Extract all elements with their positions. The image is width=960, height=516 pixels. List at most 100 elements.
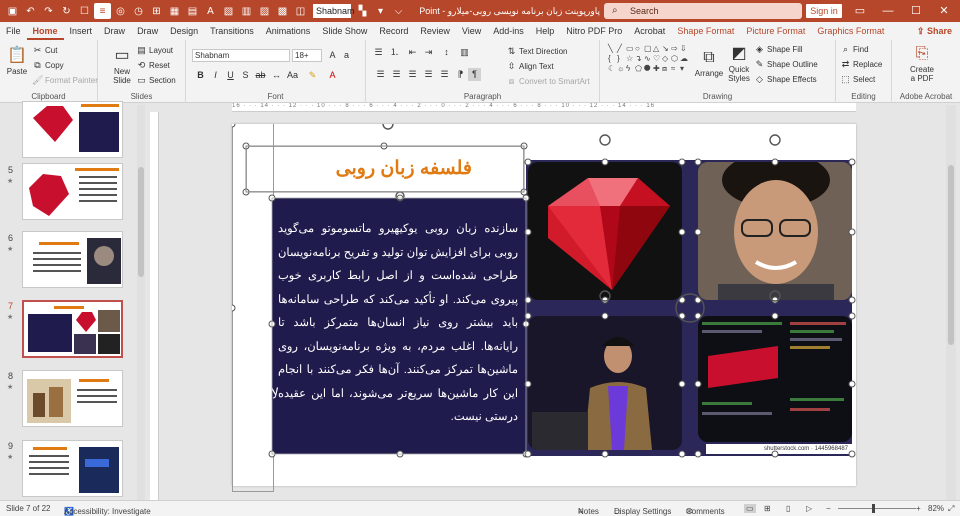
shape-rect-icon[interactable]: ▭: [626, 44, 635, 54]
section-button[interactable]: ▭ Section: [136, 75, 175, 86]
refresh-icon[interactable]: ↻: [58, 3, 75, 19]
underline-icon[interactable]: U: [224, 69, 237, 82]
font-name-combo[interactable]: Shabnam: [192, 49, 290, 62]
shape-bolt-icon[interactable]: ϟ: [626, 64, 635, 74]
shape-wave-icon[interactable]: ≈: [671, 64, 680, 74]
shape-arrow2-icon[interactable]: ⇨: [671, 44, 680, 54]
tab-picture-format[interactable]: Picture Format: [740, 22, 811, 40]
table-icon[interactable]: ▦: [166, 3, 183, 19]
slide-thumbnail-4[interactable]: [22, 101, 123, 158]
numbering-icon[interactable]: ⒈: [388, 46, 401, 59]
normal-view-icon[interactable]: ▭: [744, 504, 756, 513]
format-painter-button[interactable]: 🖌 Format Painter: [32, 75, 98, 86]
qa-font-box[interactable]: Shabnam: [313, 4, 355, 18]
tab-help[interactable]: Help: [530, 22, 561, 40]
fill-color-icon[interactable]: ▚: [354, 3, 371, 19]
shape-oval-icon[interactable]: ○: [635, 44, 644, 54]
change-case-icon[interactable]: Aa: [286, 69, 299, 82]
shape-sun-icon[interactable]: ☼: [617, 64, 626, 74]
align-right-icon[interactable]: ☰: [406, 68, 419, 81]
shape-penta-icon[interactable]: ⬠: [635, 64, 644, 74]
tab-view[interactable]: View: [456, 22, 487, 40]
bullets-icon[interactable]: ☰: [372, 46, 385, 59]
slide-thumbnail-9[interactable]: [22, 440, 123, 497]
align-text-button[interactable]: ⇳ Align Text: [506, 61, 554, 72]
tab-insert[interactable]: Insert: [64, 22, 99, 40]
arrange-button[interactable]: ⧉ Arrange: [694, 48, 724, 78]
shape-cross-icon[interactable]: ✚: [653, 64, 662, 74]
image-icon[interactable]: ▧: [220, 3, 237, 19]
shape-line2-icon[interactable]: ╱: [617, 44, 626, 54]
reading-view-icon[interactable]: ▯: [786, 504, 790, 513]
shape-outline-button[interactable]: ✎ Shape Outline: [754, 59, 818, 70]
shape-cube-icon[interactable]: ⧈: [662, 64, 671, 74]
align-left-icon[interactable]: ☰: [374, 68, 387, 81]
slide-thumbnail-8[interactable]: [22, 370, 123, 427]
shape-curve-icon[interactable]: ∿: [644, 54, 653, 64]
find-button[interactable]: ⌕ Find: [840, 44, 869, 55]
rtl-icon[interactable]: ¶: [468, 68, 481, 81]
shape-heart-icon[interactable]: ♡: [653, 54, 662, 64]
sign-in-button[interactable]: Sign in: [806, 4, 842, 18]
copy-button[interactable]: ⧉ Copy: [32, 60, 63, 71]
increase-indent-icon[interactable]: ⇥: [422, 46, 435, 59]
thumbnails-scroll-thumb[interactable]: [138, 167, 144, 277]
tab-nitro-pdf[interactable]: Nitro PDF Pro: [560, 22, 628, 40]
shape-rect2-icon[interactable]: ▢: [644, 44, 653, 54]
distributed-icon[interactable]: ☰: [438, 68, 451, 81]
shape-line-icon[interactable]: ╲: [608, 44, 617, 54]
tab-home[interactable]: Home: [26, 22, 64, 40]
shape-hex-icon[interactable]: ⬡: [671, 54, 680, 64]
slide-scroll-thumb[interactable]: [948, 165, 954, 345]
shape-moon-icon[interactable]: ☾: [608, 64, 617, 74]
slide-thumbnail-6[interactable]: [22, 231, 123, 288]
convert-smartart-button[interactable]: ⧈ Convert to SmartArt: [506, 76, 590, 87]
zoom-out-icon[interactable]: −: [826, 504, 831, 513]
shape-brace2-icon[interactable]: }: [617, 54, 626, 64]
align-menu-icon[interactable]: ≡: [94, 3, 111, 19]
tab-acrobat[interactable]: Acrobat: [628, 22, 671, 40]
text-box-icon[interactable]: A: [202, 3, 219, 19]
shape-cloud-icon[interactable]: ☁: [680, 54, 689, 64]
undo-icon[interactable]: ↶: [22, 3, 39, 19]
more-icon[interactable]: ▩: [274, 3, 291, 19]
close-icon[interactable]: ✕: [930, 0, 958, 22]
tab-transitions[interactable]: Transitions: [204, 22, 260, 40]
text-direction-button[interactable]: ⇅ Text Direction: [506, 46, 568, 57]
zoom-slider[interactable]: [838, 508, 916, 509]
tab-slide-show[interactable]: Slide Show: [316, 22, 373, 40]
slideshow-icon[interactable]: ▷: [806, 504, 812, 513]
tab-draw[interactable]: Draw: [98, 22, 131, 40]
slide-scrollbar[interactable]: [946, 105, 956, 500]
italic-icon[interactable]: I: [209, 69, 222, 82]
columns-icon[interactable]: ▥: [238, 3, 255, 19]
thumbnails-scrollbar[interactable]: [137, 105, 145, 500]
tab-draw-2[interactable]: Draw: [131, 22, 164, 40]
font-color-icon[interactable]: A: [326, 69, 339, 82]
shape-arrow-icon[interactable]: ↘: [662, 44, 671, 54]
zoom-in-icon[interactable]: +: [916, 504, 921, 513]
share-button[interactable]: ⇪ Share: [917, 24, 952, 38]
layout-button[interactable]: ▤ Layout: [136, 45, 173, 56]
selection-handles[interactable]: [232, 124, 856, 486]
shadow-icon[interactable]: S: [239, 69, 252, 82]
shapes-gallery[interactable]: ╲ ╱ ▭ ○ ▢ △ ↘ ⇨ ⇩ {} ☆ ↴ ∿ ♡ ◇ ⬡ ☁ ☾ ☼ ϟ ⬠ ⯃ ✚ ⧈ ≈ ▾: [608, 44, 690, 84]
tab-design[interactable]: Design: [164, 22, 204, 40]
shape-star-icon[interactable]: ☆: [626, 54, 635, 64]
align-center-icon[interactable]: ☰: [390, 68, 403, 81]
save-icon[interactable]: ▣: [4, 3, 21, 19]
tab-record[interactable]: Record: [373, 22, 414, 40]
cut-button[interactable]: ✂ Cut: [32, 45, 58, 56]
zoom-level[interactable]: 82%: [928, 504, 944, 513]
ltr-icon[interactable]: ⁋: [454, 68, 467, 81]
columns-icon[interactable]: ▥: [458, 46, 471, 59]
replace-button[interactable]: ⇄ Replace: [840, 59, 883, 70]
shape-tri-icon[interactable]: △: [653, 44, 662, 54]
grow-font-icon[interactable]: A: [326, 49, 339, 62]
shape-oct-icon[interactable]: ⯃: [644, 64, 653, 74]
shape-more-icon[interactable]: ▾: [680, 64, 689, 74]
search-box[interactable]: ⌕ Search: [604, 3, 802, 19]
tab-file[interactable]: File: [0, 22, 27, 40]
rows-icon[interactable]: ▨: [256, 3, 273, 19]
qa-customize-icon[interactable]: ⌵: [390, 3, 407, 19]
